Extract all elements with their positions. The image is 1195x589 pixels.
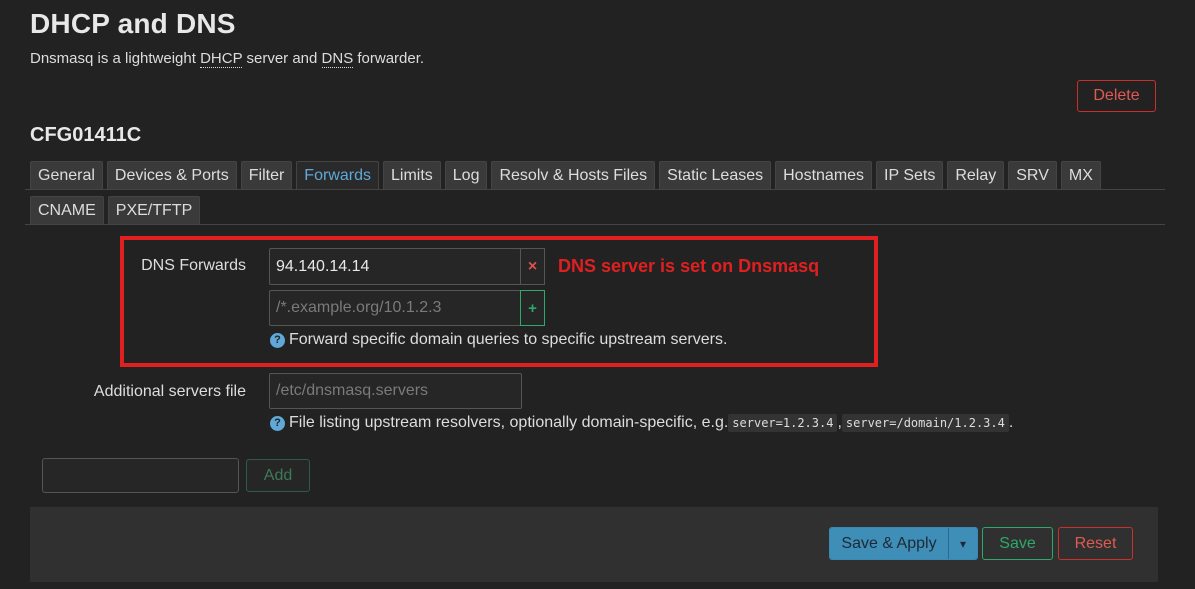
save-apply-button[interactable]: Save & Apply [830, 528, 949, 559]
tab-filter[interactable]: Filter [240, 161, 293, 189]
tabs-row-1: General Devices & Ports Filter Forwards … [30, 161, 1105, 189]
tab-cname[interactable]: CNAME [30, 196, 104, 224]
code-example-2: server=/domain/1.2.3.4 [841, 414, 1009, 432]
tab-resolv-hosts-files[interactable]: Resolv & Hosts Files [491, 161, 656, 189]
tab-divider-2 [25, 224, 1165, 225]
page-description: Dnsmasq is a lightweight DHCP server and… [30, 50, 425, 68]
additional-servers-help-prefix: File listing upstream resolvers, optiona… [289, 414, 729, 431]
additional-servers-placeholder: /etc/dnsmasq.servers [276, 382, 429, 399]
desc-text-1: Dnsmasq is a lightweight [30, 50, 201, 67]
tab-devices-ports[interactable]: Devices & Ports [106, 161, 237, 189]
annotation-text: DNS server is set on Dnsmasq [558, 256, 820, 276]
tab-log[interactable]: Log [444, 161, 488, 189]
section-title: CFG01411C [30, 124, 142, 146]
desc-text-3: forwarder. [353, 50, 425, 67]
additional-servers-label: Additional servers file [93, 383, 246, 400]
tab-forwards[interactable]: Forwards [296, 161, 379, 189]
tab-srv[interactable]: SRV [1008, 161, 1057, 189]
reset-button[interactable]: Reset [1058, 527, 1133, 560]
tab-general[interactable]: General [30, 161, 103, 189]
help-suffix: . [1008, 414, 1014, 431]
additional-servers-help: ? File listing upstream resolvers, optio… [270, 414, 1013, 432]
tab-hostnames[interactable]: Hostnames [775, 161, 873, 189]
page-title: DHCP and DNS [30, 8, 236, 39]
code-example-1: server=1.2.3.4 [728, 414, 838, 432]
tab-divider-1 [25, 189, 1165, 190]
dhcp-abbr: DHCP [200, 50, 243, 68]
additional-servers-input[interactable]: /etc/dnsmasq.servers [269, 373, 522, 409]
desc-text-2: server and [242, 50, 322, 67]
add-section-button[interactable]: Add [246, 459, 310, 492]
tab-static-leases[interactable]: Static Leases [659, 161, 772, 189]
save-button[interactable]: Save [982, 527, 1053, 560]
help-icon: ? [270, 415, 285, 431]
dns-abbr: DNS [321, 50, 354, 68]
tabs-row-2: CNAME PXE/TFTP [30, 196, 204, 224]
tab-relay[interactable]: Relay [947, 161, 1005, 189]
tab-pxe-tftp[interactable]: PXE/TFTP [107, 196, 201, 224]
new-section-name-input[interactable] [42, 458, 239, 493]
tab-ip-sets[interactable]: IP Sets [876, 161, 944, 189]
delete-button[interactable]: Delete [1077, 80, 1156, 112]
save-apply-group: Save & Apply ▾ [829, 527, 978, 560]
save-apply-dropdown-button[interactable]: ▾ [949, 528, 977, 559]
tab-limits[interactable]: Limits [382, 161, 441, 189]
tab-mx[interactable]: MX [1060, 161, 1101, 189]
chevron-down-icon: ▾ [959, 536, 967, 551]
